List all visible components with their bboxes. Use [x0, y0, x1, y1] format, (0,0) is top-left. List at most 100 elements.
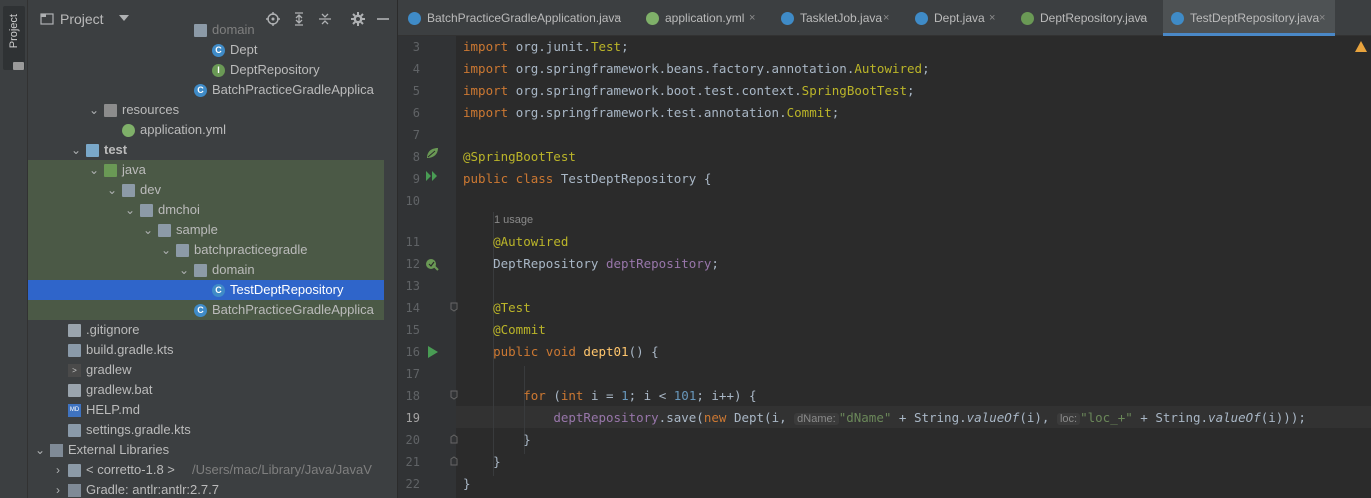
tree-item[interactable]: C BatchPracticeGradleApplica — [28, 80, 384, 100]
close-icon[interactable]: × — [614, 0, 620, 36]
tree-item[interactable]: .gitignore — [28, 320, 384, 340]
tree-item[interactable]: ⌄ java — [28, 160, 384, 180]
interface-icon: I — [212, 64, 225, 77]
yml-icon — [122, 124, 135, 137]
chevron-down-icon[interactable]: ⌄ — [178, 260, 190, 280]
tree-item[interactable]: ⌄ dmchoi — [28, 200, 384, 220]
tree-item[interactable]: › < corretto-1.8 > /Users/mac/Library/Jav… — [28, 460, 384, 480]
tree-item[interactable]: gradlew.bat — [28, 380, 384, 400]
usage-hint[interactable]: 1 usage — [494, 209, 533, 231]
line-number: 10 — [405, 194, 420, 208]
tree-item[interactable]: ⌄ batchpracticegradle — [28, 240, 384, 260]
folder-grey-icon — [122, 184, 135, 197]
chevron-down-icon[interactable]: ⌄ — [124, 200, 136, 220]
tree-item[interactable]: settings.gradle.kts — [28, 420, 384, 440]
code-line: public void dept01() { — [493, 344, 659, 359]
chevron-down-icon[interactable]: ⌄ — [34, 440, 46, 460]
tree-item-label: BatchPracticeGradleApplica — [212, 302, 374, 317]
tree-item[interactable]: ⌄ sample — [28, 220, 384, 240]
run-test-icon[interactable] — [426, 345, 440, 359]
param-hint-loc: loc: — [1056, 413, 1081, 425]
close-icon[interactable]: × — [749, 0, 755, 36]
class-icon — [1171, 12, 1184, 25]
tree-item-label: gradlew.bat — [86, 382, 153, 397]
fold-icon[interactable] — [450, 456, 464, 470]
chevron-down-icon[interactable]: ⌄ — [70, 140, 82, 160]
fold-icon[interactable] — [450, 434, 464, 448]
line-number: 14 — [405, 301, 420, 315]
tree-item-label: Dept — [230, 42, 258, 57]
tree-item[interactable]: domain — [28, 20, 384, 40]
tree-item[interactable]: > gradlew — [28, 360, 384, 380]
tree-item[interactable]: C TestDeptRepository — [28, 280, 384, 300]
tree-item[interactable]: ⌄ dev — [28, 180, 384, 200]
tree-item-label: TestDeptRepository — [230, 282, 344, 297]
run-class-icon[interactable] — [425, 169, 439, 183]
tree-item-label: External Libraries — [68, 442, 170, 457]
tree-item[interactable]: application.yml — [28, 120, 384, 140]
tree-item[interactable]: MD HELP.md — [28, 400, 384, 420]
warning-icon[interactable] — [1355, 41, 1367, 52]
code-area[interactable]: import org.junit.Test; import org.spring… — [463, 36, 1363, 498]
chevron-down-icon[interactable]: ⌄ — [88, 100, 100, 120]
autowired-bean-icon[interactable] — [425, 257, 439, 271]
tree-item-label: batchpracticegradle — [194, 242, 308, 257]
editor-tab[interactable]: application.yml × — [638, 0, 765, 36]
class-spring-icon: C — [194, 304, 207, 317]
code-editor[interactable]: 3 4 5 6 7 8 9 10 11 12 13 14 15 16 17 18 19 20 21 22 import… — [398, 36, 1371, 498]
close-icon[interactable]: × — [989, 0, 995, 36]
md-icon: MD — [68, 404, 81, 417]
tree-item[interactable]: I DeptRepository — [28, 60, 384, 80]
project-tool-tab[interactable]: Project — [3, 6, 25, 70]
editor-tab[interactable]: DeptRepository.java × — [1013, 0, 1155, 36]
code-line: @SpringBootTest — [463, 149, 576, 164]
tree-item-label: java — [122, 162, 146, 177]
chevron-down-icon[interactable]: ⌄ — [106, 180, 118, 200]
line-number: 4 — [412, 62, 420, 76]
tree-item[interactable]: ⌄ domain — [28, 260, 384, 280]
term-icon: > — [68, 364, 81, 377]
chevron-down-icon[interactable]: ⌄ — [142, 220, 154, 240]
folder-icon — [13, 62, 24, 70]
fold-icon[interactable] — [450, 390, 464, 404]
chevron-right-icon[interactable]: › — [52, 480, 64, 498]
folder-blue-icon — [86, 144, 99, 157]
tree-item[interactable]: build.gradle.kts — [28, 340, 384, 360]
code-line: @Commit — [493, 322, 546, 337]
line-number: 17 — [405, 367, 420, 381]
editor-tab[interactable]: BatchPracticeGradleApplication.java × — [400, 0, 630, 36]
close-icon[interactable]: × — [1139, 0, 1145, 36]
line-number: 16 — [405, 345, 420, 359]
chevron-right-icon[interactable]: › — [52, 460, 64, 480]
tool-window-stripe: Project — [0, 0, 28, 498]
tree-item[interactable]: ⌄ test — [28, 140, 384, 160]
class-icon: C — [212, 44, 225, 57]
tree-item[interactable]: › Gradle: antlr:antlr:2.7.7 — [28, 480, 384, 498]
code-line: public class TestDeptRepository { — [463, 171, 712, 186]
line-number: 15 — [405, 323, 420, 337]
editor-tab[interactable]: TestDeptRepository.java × — [1163, 0, 1335, 36]
close-icon[interactable]: × — [883, 0, 889, 36]
tree-item-label: domain — [212, 262, 255, 277]
tree-item[interactable]: ⌄ resources — [28, 100, 384, 120]
editor-tab[interactable]: Dept.java × — [907, 0, 1005, 36]
project-tool-label: Project — [8, 14, 20, 49]
code-line: } — [463, 432, 531, 447]
fold-icon[interactable] — [450, 302, 464, 316]
tree-item[interactable]: C Dept — [28, 40, 384, 60]
chevron-down-icon[interactable]: ⌄ — [160, 240, 172, 260]
tree-item[interactable]: ⌄ External Libraries — [28, 440, 384, 460]
line-number: 6 — [412, 106, 420, 120]
tree-item[interactable]: C BatchPracticeGradleApplica — [28, 300, 384, 320]
class-icon — [915, 12, 928, 25]
line-number: 11 — [405, 235, 420, 249]
close-icon[interactable]: × — [1319, 0, 1325, 36]
folder-grey-icon — [194, 24, 207, 37]
spring-bean-icon[interactable] — [425, 146, 439, 160]
tree-item-label: .gitignore — [86, 322, 140, 337]
chevron-down-icon[interactable]: ⌄ — [88, 160, 100, 180]
editor-tab[interactable]: TaskletJob.java × — [773, 0, 899, 36]
gradle-icon — [68, 424, 81, 437]
lib-icon — [50, 444, 63, 457]
tree-item-label: build.gradle.kts — [86, 342, 174, 357]
